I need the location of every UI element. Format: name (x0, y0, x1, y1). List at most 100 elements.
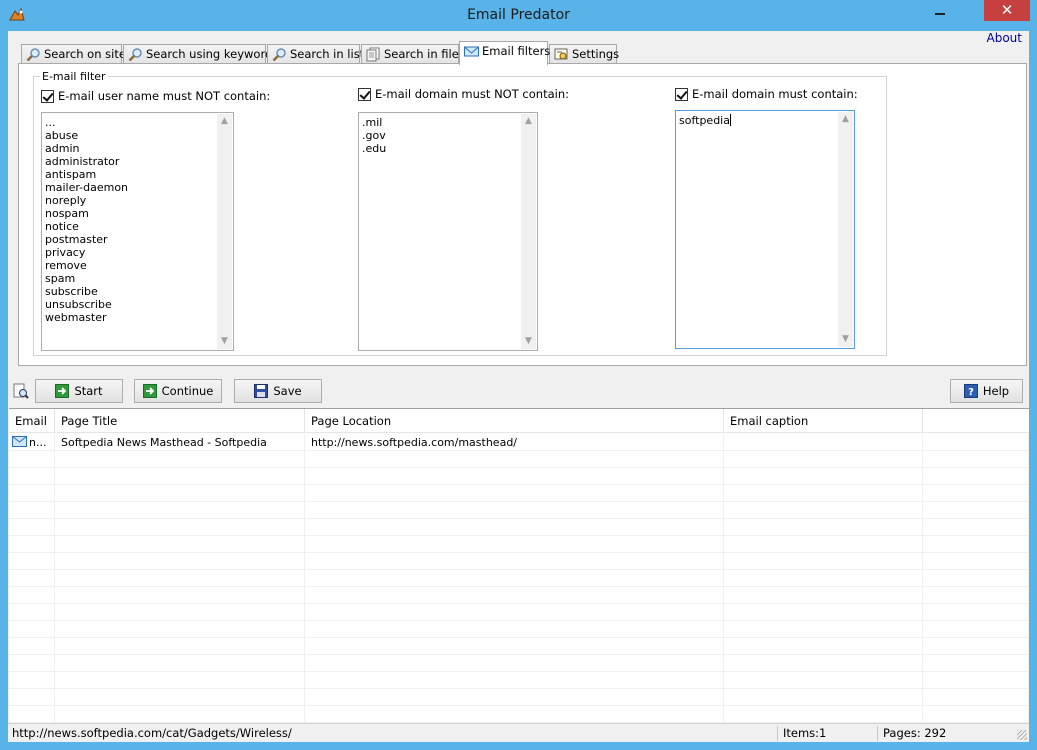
table-row[interactable] (9, 570, 1029, 587)
table-row[interactable] (9, 706, 1029, 723)
continue-button[interactable]: Continue (134, 379, 222, 403)
username-not-checkbox-row[interactable]: E-mail user name must NOT contain: (41, 89, 270, 103)
column-header-email-caption[interactable]: Email caption (724, 409, 923, 433)
domain-not-checkbox[interactable] (358, 87, 371, 101)
table-row[interactable] (9, 689, 1029, 706)
tab-label: Email filters (482, 44, 551, 58)
table-cell (923, 485, 1029, 502)
start-button[interactable]: Start (35, 379, 123, 403)
help-button[interactable]: ? Help (950, 379, 1023, 403)
table-row[interactable] (9, 638, 1029, 655)
table-row[interactable] (9, 672, 1029, 689)
table-cell (923, 570, 1029, 587)
about-link[interactable]: About (987, 31, 1022, 45)
table-cell (724, 706, 923, 723)
table-cell (724, 519, 923, 536)
list-item[interactable]: remove (45, 259, 230, 272)
list-item-text: antispam (45, 168, 97, 181)
tab-label: Settings (572, 47, 620, 61)
save-button[interactable]: Save (234, 379, 322, 403)
domain-must-list[interactable]: softpedia ▲ ▼ (675, 110, 855, 349)
table-row[interactable] (9, 621, 1029, 638)
list-item[interactable]: privacy (45, 246, 230, 259)
table-row[interactable] (9, 587, 1029, 604)
list-item[interactable]: noreply (45, 194, 230, 207)
table-cell (923, 638, 1029, 655)
list-item[interactable]: administrator (45, 155, 230, 168)
help-icon: ? (963, 384, 978, 398)
tab-search-in-list[interactable]: Search in list (267, 44, 364, 64)
username-not-checkbox[interactable] (41, 89, 54, 103)
list-item[interactable]: postmaster (45, 233, 230, 246)
list-item[interactable]: ... (45, 116, 230, 129)
minimize-button[interactable] (925, 1, 955, 21)
tab-settings[interactable]: Settings (549, 44, 620, 64)
table-cell (305, 553, 724, 570)
resize-grip-icon[interactable] (1017, 730, 1027, 740)
table-cell (9, 672, 55, 689)
results-grid[interactable]: Email Page Title Page Location Email cap… (9, 408, 1029, 723)
table-row[interactable] (9, 485, 1029, 502)
list-item-text: spam (45, 272, 76, 285)
list-item[interactable]: admin (45, 142, 230, 155)
list-item[interactable]: abuse (45, 129, 230, 142)
column-header-page-location[interactable]: Page Location (305, 409, 724, 433)
table-cell (305, 689, 724, 706)
title-bar[interactable]: Email Predator ✕ (0, 0, 1037, 31)
list-item[interactable]: softpedia (679, 114, 851, 127)
list-item[interactable]: .mil (362, 116, 534, 129)
tab-search-in-files[interactable]: Search in files (361, 44, 465, 64)
list-item[interactable]: notice (45, 220, 230, 233)
column-header-page-title[interactable]: Page Title (55, 409, 305, 433)
table-cell (9, 570, 55, 587)
table-row[interactable] (9, 536, 1029, 553)
table-cell (55, 689, 305, 706)
table-row[interactable] (9, 553, 1029, 570)
scroll-up-arrow-icon[interactable]: ▲ (838, 112, 853, 127)
domain-must-checkbox-row[interactable]: E-mail domain must contain: (675, 87, 858, 101)
list-item[interactable]: webmaster (45, 311, 230, 324)
tab-search-using-keywords[interactable]: Search using keywords (123, 44, 278, 64)
table-row[interactable] (9, 451, 1029, 468)
table-row[interactable] (9, 655, 1029, 672)
scroll-down-arrow-icon[interactable]: ▼ (217, 334, 232, 349)
scroll-down-arrow-icon[interactable]: ▼ (521, 334, 536, 349)
tab-search-on-site[interactable]: Search on site (21, 44, 126, 64)
vertical-scrollbar[interactable]: ▲ ▼ (217, 114, 232, 349)
table-cell: http://news.softpedia.com/masthead/ (305, 434, 724, 451)
domain-not-list[interactable]: .mil .gov .edu ▲ ▼ (358, 112, 538, 351)
list-item[interactable]: mailer-daemon (45, 181, 230, 194)
table-row[interactable] (9, 519, 1029, 536)
table-cell (305, 468, 724, 485)
table-cell (724, 604, 923, 621)
table-cell (9, 638, 55, 655)
list-item[interactable]: subscribe (45, 285, 230, 298)
close-button[interactable]: ✕ (984, 0, 1030, 21)
table-row[interactable] (9, 468, 1029, 485)
table-cell (305, 587, 724, 604)
vertical-scrollbar[interactable]: ▲ ▼ (838, 112, 853, 347)
scroll-up-arrow-icon[interactable]: ▲ (217, 114, 232, 129)
continue-label: Continue (161, 384, 214, 398)
table-cell (923, 604, 1029, 621)
list-item[interactable]: .gov (362, 129, 534, 142)
scroll-down-arrow-icon[interactable]: ▼ (838, 332, 853, 347)
list-item[interactable]: nospam (45, 207, 230, 220)
username-not-list[interactable]: ... abuse admin administrator antispam mailer… (41, 112, 234, 351)
domain-not-checkbox-row[interactable]: E-mail domain must NOT contain: (358, 87, 569, 101)
list-item[interactable]: spam (45, 272, 230, 285)
list-item[interactable]: .edu (362, 142, 534, 155)
domain-must-checkbox[interactable] (675, 87, 688, 101)
column-header-email[interactable]: Email (9, 409, 55, 433)
table-cell (55, 468, 305, 485)
list-item[interactable]: antispam (45, 168, 230, 181)
table-row[interactable] (9, 502, 1029, 519)
list-item-text: .gov (362, 129, 386, 142)
table-cell (724, 689, 923, 706)
list-item[interactable]: unsubscribe (45, 298, 230, 311)
table-row[interactable]: n... Softpedia News Masthead - Softpedia h… (9, 434, 1029, 451)
table-row[interactable] (9, 604, 1029, 621)
vertical-scrollbar[interactable]: ▲ ▼ (521, 114, 536, 349)
scroll-up-arrow-icon[interactable]: ▲ (521, 114, 536, 129)
tab-email-filters[interactable]: Email filters (459, 41, 551, 65)
